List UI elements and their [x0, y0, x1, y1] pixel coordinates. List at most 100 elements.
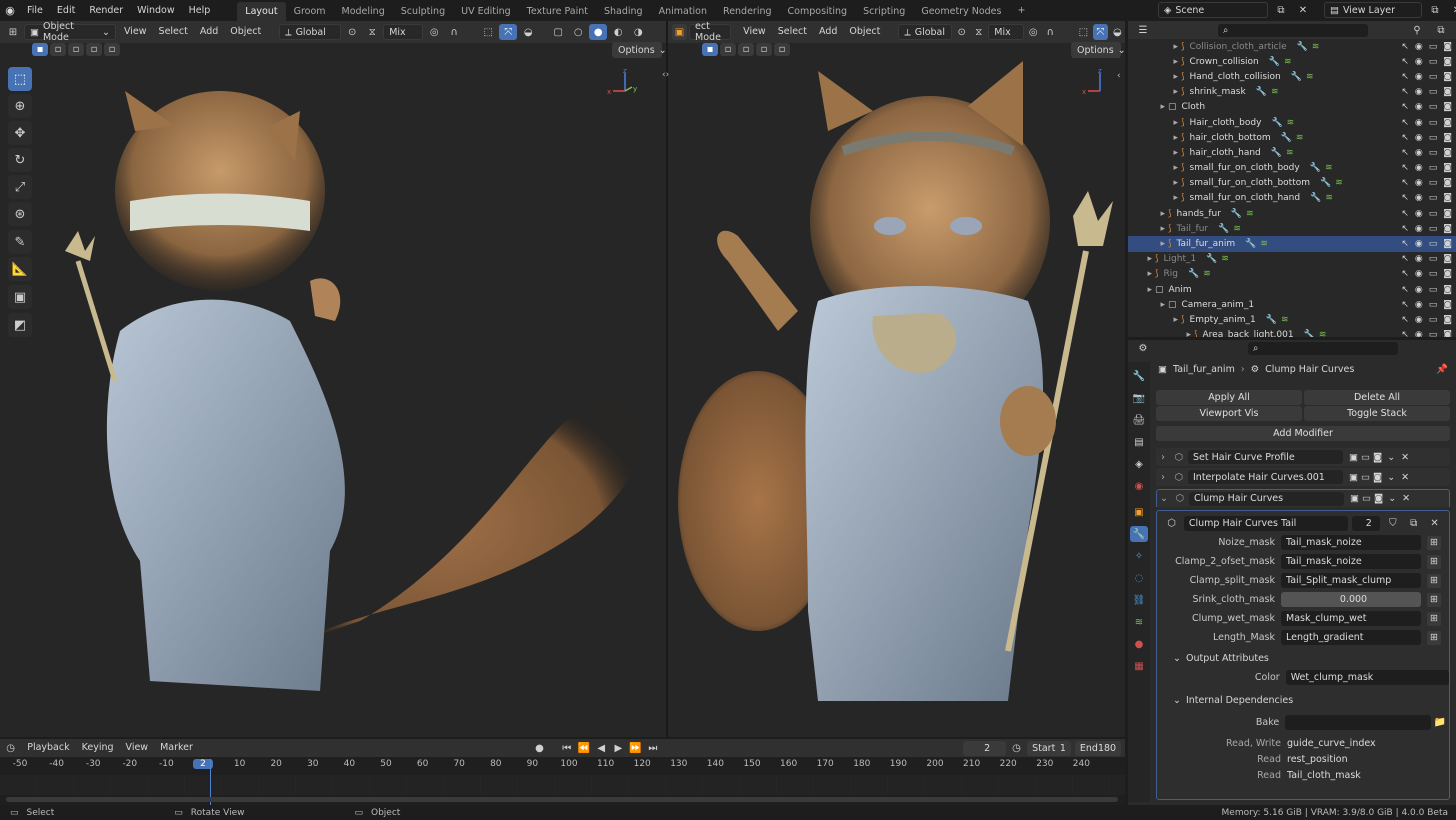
scale-tool-icon[interactable]: ⤢: [8, 175, 32, 199]
close-icon[interactable]: ✕: [1402, 493, 1410, 504]
tab-sculpting[interactable]: Sculpting: [393, 2, 453, 21]
solid-shading-icon[interactable]: ●: [589, 24, 608, 40]
select-toggle-icon[interactable]: ↖: [1401, 269, 1409, 279]
delete-view-layer-icon[interactable]: ✕: [1448, 2, 1456, 18]
close-icon[interactable]: ✕: [1401, 452, 1409, 463]
eye-icon[interactable]: ◉: [1415, 285, 1423, 295]
render-display-icon[interactable]: ◙: [1373, 452, 1382, 463]
node-group-field[interactable]: Clump Hair Curves Tail: [1183, 515, 1349, 531]
camera-toggle-icon[interactable]: ◙: [1443, 163, 1452, 173]
select-extend-icon[interactable]: ▫: [50, 43, 66, 56]
select-toggle-icon[interactable]: ↖: [1401, 178, 1409, 188]
camera-toggle-icon[interactable]: ◙: [1443, 72, 1452, 82]
frame-ruler[interactable]: -50 -40 -30 -20 -10 2 10 20 30 40 50 60 70 80 90 100 110…: [0, 759, 1125, 773]
material-tab-icon[interactable]: ●: [1130, 636, 1148, 652]
view-layer-dropdown[interactable]: ▤ View Layer: [1324, 2, 1422, 18]
menu-edit[interactable]: Edit: [50, 0, 82, 21]
eye-icon[interactable]: ◉: [1415, 178, 1423, 188]
outliner-row[interactable]: ▸ ⟆ hands_fur 🔧 ≋ ↖ ◉ ▭ ◙: [1128, 206, 1456, 221]
render-tab-icon[interactable]: 📷: [1130, 390, 1148, 406]
expand-arrow-icon[interactable]: ▸: [1128, 57, 1181, 67]
filter-icon[interactable]: ⚲: [1408, 22, 1426, 38]
expand-arrow-icon[interactable]: ▸: [1128, 224, 1168, 234]
add-workspace-icon[interactable]: +: [1009, 5, 1033, 16]
select-toggle-icon[interactable]: ↖: [1401, 72, 1409, 82]
falloff-icon[interactable]: ∩: [1043, 24, 1058, 40]
expand-arrow-icon[interactable]: ▸: [1128, 87, 1181, 97]
eye-icon[interactable]: ◉: [1415, 300, 1423, 310]
delete-all-button[interactable]: Delete All: [1304, 390, 1450, 405]
tab-scripting[interactable]: Scripting: [855, 2, 913, 21]
select-toggle-icon[interactable]: ↖: [1401, 87, 1409, 97]
eye-icon[interactable]: ◉: [1415, 269, 1423, 279]
transform-orientation-dropdown[interactable]: ⟂ Global: [898, 24, 953, 40]
eye-icon[interactable]: ◉: [1415, 209, 1423, 219]
select-toggle-icon[interactable]: ↖: [1401, 285, 1409, 295]
select-toggle-icon[interactable]: ↖: [1401, 254, 1409, 264]
chevron-down-icon[interactable]: ⌄: [1387, 472, 1395, 483]
material-shading-icon[interactable]: ◐: [609, 24, 627, 40]
blender-logo-icon[interactable]: ◉: [0, 4, 20, 17]
xray-icon[interactable]: ▢: [549, 24, 567, 40]
menu-file[interactable]: File: [20, 0, 50, 21]
overlay-icon[interactable]: ◒: [519, 24, 537, 40]
timeline-editor-icon[interactable]: ◷: [4, 740, 17, 756]
chevron-down-icon[interactable]: ⌄: [1387, 452, 1395, 463]
viewport-menu-object[interactable]: Object: [224, 23, 267, 41]
transform-orientation-dropdown[interactable]: ⟂ Global: [279, 24, 342, 40]
viewport-toggle-icon[interactable]: ▭: [1429, 239, 1438, 249]
eye-icon[interactable]: ◉: [1415, 315, 1423, 325]
timeline-menu-view[interactable]: View: [120, 739, 155, 757]
outliner-row[interactable]: ▸ ⟆ Tail_fur 🔧 ≋ ↖ ◉ ▭ ◙: [1128, 221, 1456, 236]
start-frame-field[interactable]: Start 1: [1027, 740, 1071, 756]
expand-arrow-icon[interactable]: ▸: [1128, 148, 1181, 158]
snap-icon[interactable]: ⧖: [971, 24, 986, 40]
outliner-row[interactable]: ▸ ⟆ Rig 🔧 ≋ ↖ ◉ ▭ ◙: [1128, 267, 1456, 282]
menu-render[interactable]: Render: [82, 0, 130, 21]
viewport-toggle-icon[interactable]: ▭: [1429, 300, 1438, 310]
physics-tab-icon[interactable]: ◌: [1130, 570, 1148, 586]
viewport-toggle-icon[interactable]: ▭: [1429, 254, 1438, 264]
outliner-row[interactable]: ▸ ▢ Camera_anim_1 ↖ ◉ ▭ ◙: [1128, 297, 1456, 312]
tab-groom[interactable]: Groom: [286, 2, 334, 21]
expand-arrow-icon[interactable]: ▸: [1128, 102, 1168, 112]
move-tool-icon[interactable]: ✥: [8, 121, 32, 145]
clock-icon[interactable]: ◷: [1010, 740, 1023, 756]
constraints-tab-icon[interactable]: ⛓: [1130, 592, 1148, 608]
eye-icon[interactable]: ◉: [1415, 87, 1423, 97]
select-box-icon[interactable]: ⬚: [1076, 24, 1091, 40]
outliner-row[interactable]: ▸ ⟆ small_fur_on_cloth_body 🔧 ≋ ↖ ◉ ▭ ◙: [1128, 161, 1456, 176]
attribute-toggle-icon[interactable]: ⊞: [1427, 611, 1441, 626]
viewport-menu-select[interactable]: Select: [153, 23, 194, 41]
proportional-edit-icon[interactable]: ◎: [425, 24, 443, 40]
tab-compositing[interactable]: Compositing: [780, 2, 856, 21]
camera-toggle-icon[interactable]: ◙: [1443, 330, 1452, 337]
viewport-menu-view[interactable]: View: [118, 23, 153, 41]
viewport-toggle-icon[interactable]: ▭: [1429, 72, 1438, 82]
sidebar-toggle-icon[interactable]: ‹: [1117, 71, 1121, 81]
camera-toggle-icon[interactable]: ◙: [1443, 285, 1452, 295]
camera-toggle-icon[interactable]: ◙: [1443, 87, 1452, 97]
camera-toggle-icon[interactable]: ◙: [1443, 209, 1452, 219]
measure-tool-icon[interactable]: 📐: [8, 257, 32, 281]
outliner-row[interactable]: ▸ ⟆ Empty_anim_1 🔧 ≋ ↖ ◉ ▭ ◙: [1128, 312, 1456, 327]
viewport-toggle-icon[interactable]: ▭: [1429, 315, 1438, 325]
camera-toggle-icon[interactable]: ◙: [1443, 254, 1452, 264]
tab-texture-paint[interactable]: Texture Paint: [519, 2, 596, 21]
viewport-toggle-icon[interactable]: ▭: [1429, 148, 1438, 158]
snap-mode-dropdown[interactable]: Mix: [383, 24, 424, 40]
camera-toggle-icon[interactable]: ◙: [1443, 239, 1452, 249]
pin-icon[interactable]: 📌: [1436, 364, 1448, 375]
modifier-name-field[interactable]: Clump Hair Curves: [1189, 491, 1344, 506]
outliner-editor-icon[interactable]: ☰: [1134, 22, 1152, 38]
properties-search-input[interactable]: ⌕: [1248, 341, 1398, 355]
record-icon[interactable]: ●: [533, 740, 546, 756]
viewport-display-icon[interactable]: ▭: [1361, 472, 1370, 483]
select-toggle-icon[interactable]: ↖: [1401, 300, 1409, 310]
outliner-row[interactable]: ▸ ⟆ hair_cloth_bottom 🔧 ≋ ↖ ◉ ▭ ◙: [1128, 130, 1456, 145]
snap-icon[interactable]: ⧖: [363, 24, 381, 40]
options-button[interactable]: Options ⌄: [612, 42, 666, 58]
prev-keyframe-icon[interactable]: ⏪: [577, 740, 590, 756]
output-tab-icon[interactable]: 🖨: [1130, 412, 1148, 428]
viewport-toggle-icon[interactable]: ▭: [1429, 133, 1438, 143]
